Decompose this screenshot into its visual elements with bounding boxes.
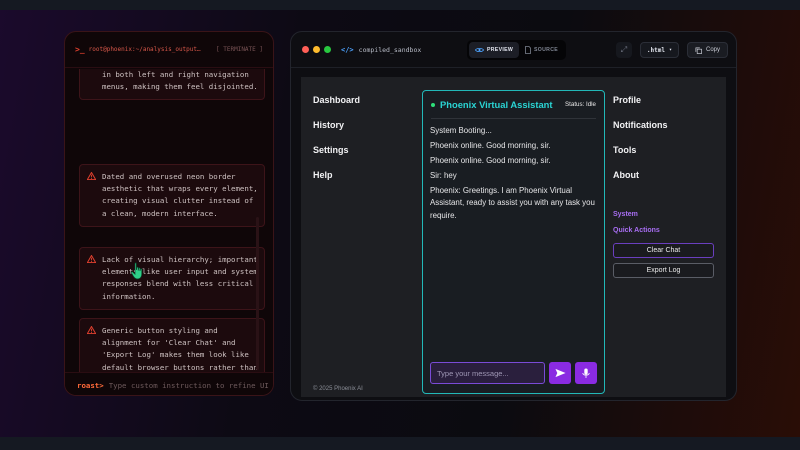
file-title: </> compiled_sandbox bbox=[341, 46, 421, 54]
issue-text: in both left and right navigation menus,… bbox=[102, 70, 258, 92]
eye-icon bbox=[475, 47, 484, 53]
terminate-button[interactable]: [ TERMINATE ] bbox=[216, 46, 263, 53]
format-select-value: .html bbox=[646, 46, 665, 54]
footer-copyright: © 2025 Phoenix AI bbox=[313, 386, 363, 392]
window-controls bbox=[302, 46, 331, 53]
analysis-terminal-panel: >_ root@phoenix:~/analysis_output… [ TER… bbox=[64, 31, 274, 396]
microphone-button[interactable] bbox=[575, 362, 597, 384]
terminal-header: >_ root@phoenix:~/analysis_output… [ TER… bbox=[65, 32, 273, 68]
right-navigation: Profile Notifications Tools About bbox=[613, 95, 668, 195]
chat-message: Phoenix online. Good morning, sir. bbox=[430, 140, 551, 150]
sandbox-window: </> compiled_sandbox PREVIEW SOURCE ⤢ .h… bbox=[290, 31, 737, 401]
chat-input-row bbox=[430, 362, 597, 384]
terminal-output[interactable]: in both left and right navigation menus,… bbox=[65, 69, 273, 395]
bottom-bar bbox=[0, 437, 800, 450]
terminal-prompt-icon: >_ bbox=[75, 45, 85, 54]
issue-card: Dated and overused neon border aesthetic… bbox=[79, 164, 265, 227]
nav-item-history[interactable]: History bbox=[313, 120, 360, 145]
preview-frame: Dashboard History Settings Help Phoenix … bbox=[301, 77, 726, 397]
chat-message: Phoenix: Greetings. I am Phoenix Virtual… bbox=[430, 185, 595, 220]
code-icon: </> bbox=[341, 45, 354, 54]
copy-label: Copy bbox=[705, 47, 720, 53]
chat-messages: System Booting... Phoenix online. Good m… bbox=[423, 119, 604, 222]
export-log-button[interactable]: Export Log bbox=[613, 263, 714, 278]
format-select[interactable]: .html ▾ bbox=[639, 42, 679, 58]
chat-message: System Booting... bbox=[430, 126, 492, 135]
warning-icon bbox=[87, 326, 96, 334]
nav-item-settings[interactable]: Settings bbox=[313, 145, 360, 170]
nav-item-profile[interactable]: Profile bbox=[613, 95, 668, 120]
warning-icon bbox=[87, 172, 96, 180]
system-section-label: System bbox=[613, 211, 638, 218]
expand-icon: ⤢ bbox=[620, 45, 628, 54]
terminal-input-row: roast> bbox=[65, 372, 273, 395]
tab-source-label: SOURCE bbox=[534, 47, 559, 53]
tab-source[interactable]: SOURCE bbox=[519, 42, 564, 58]
microphone-icon bbox=[582, 368, 590, 378]
chevron-down-icon: ▾ bbox=[668, 47, 672, 53]
top-bar bbox=[0, 0, 800, 10]
message-input[interactable] bbox=[430, 362, 545, 384]
chat-panel: Phoenix Virtual Assistant Status: Idle S… bbox=[422, 90, 605, 394]
minimize-dot[interactable] bbox=[313, 46, 320, 53]
chat-message: Sir: hey bbox=[430, 170, 457, 180]
file-title-text: compiled_sandbox bbox=[358, 45, 422, 54]
close-dot[interactable] bbox=[302, 46, 309, 53]
terminal-scrollbar[interactable] bbox=[256, 217, 259, 370]
tab-preview[interactable]: PREVIEW bbox=[469, 42, 520, 58]
terminal-path: root@phoenix:~/analysis_output… bbox=[88, 46, 201, 53]
roast-prompt-label: roast> bbox=[77, 380, 104, 390]
copy-icon bbox=[695, 47, 702, 54]
copy-button[interactable]: Copy bbox=[686, 42, 728, 58]
clear-chat-button[interactable]: Clear Chat bbox=[613, 243, 714, 258]
chat-title: Phoenix Virtual Assistant bbox=[440, 99, 553, 110]
nav-item-dashboard[interactable]: Dashboard bbox=[313, 95, 360, 120]
send-button[interactable] bbox=[549, 362, 571, 384]
chat-header: Phoenix Virtual Assistant Status: Idle bbox=[431, 91, 596, 119]
issue-text: Lack of visual hierarchy; important elem… bbox=[102, 255, 258, 301]
left-navigation: Dashboard History Settings Help bbox=[313, 95, 360, 195]
refine-instruction-input[interactable] bbox=[108, 380, 273, 390]
preview-scrollbar[interactable] bbox=[736, 77, 737, 397]
maximize-dot[interactable] bbox=[324, 46, 331, 53]
sandbox-header: </> compiled_sandbox PREVIEW SOURCE ⤢ .h… bbox=[291, 32, 736, 68]
nav-item-help[interactable]: Help bbox=[313, 170, 360, 195]
issue-card: Lack of visual hierarchy; important elem… bbox=[79, 247, 265, 310]
header-actions: ⤢ .html ▾ Copy bbox=[615, 42, 728, 58]
nav-item-tools[interactable]: Tools bbox=[613, 145, 668, 170]
nav-item-about[interactable]: About bbox=[613, 170, 668, 195]
warning-icon bbox=[87, 255, 96, 263]
quick-actions-label: Quick Actions bbox=[613, 227, 660, 234]
pointer-hand-icon bbox=[130, 262, 143, 280]
online-status-icon bbox=[431, 102, 435, 107]
nav-item-notifications[interactable]: Notifications bbox=[613, 120, 668, 145]
expand-button[interactable]: ⤢ bbox=[615, 42, 632, 58]
send-icon bbox=[554, 368, 566, 378]
chat-message: Phoenix online. Good morning, sir. bbox=[430, 155, 551, 165]
issue-card: in both left and right navigation menus,… bbox=[79, 69, 265, 101]
file-icon bbox=[525, 46, 531, 54]
tab-preview-label: PREVIEW bbox=[487, 47, 514, 53]
view-tabs: PREVIEW SOURCE bbox=[467, 40, 567, 60]
chat-status: Status: Idle bbox=[565, 101, 596, 108]
issue-text: Dated and overused neon border aesthetic… bbox=[102, 172, 258, 218]
